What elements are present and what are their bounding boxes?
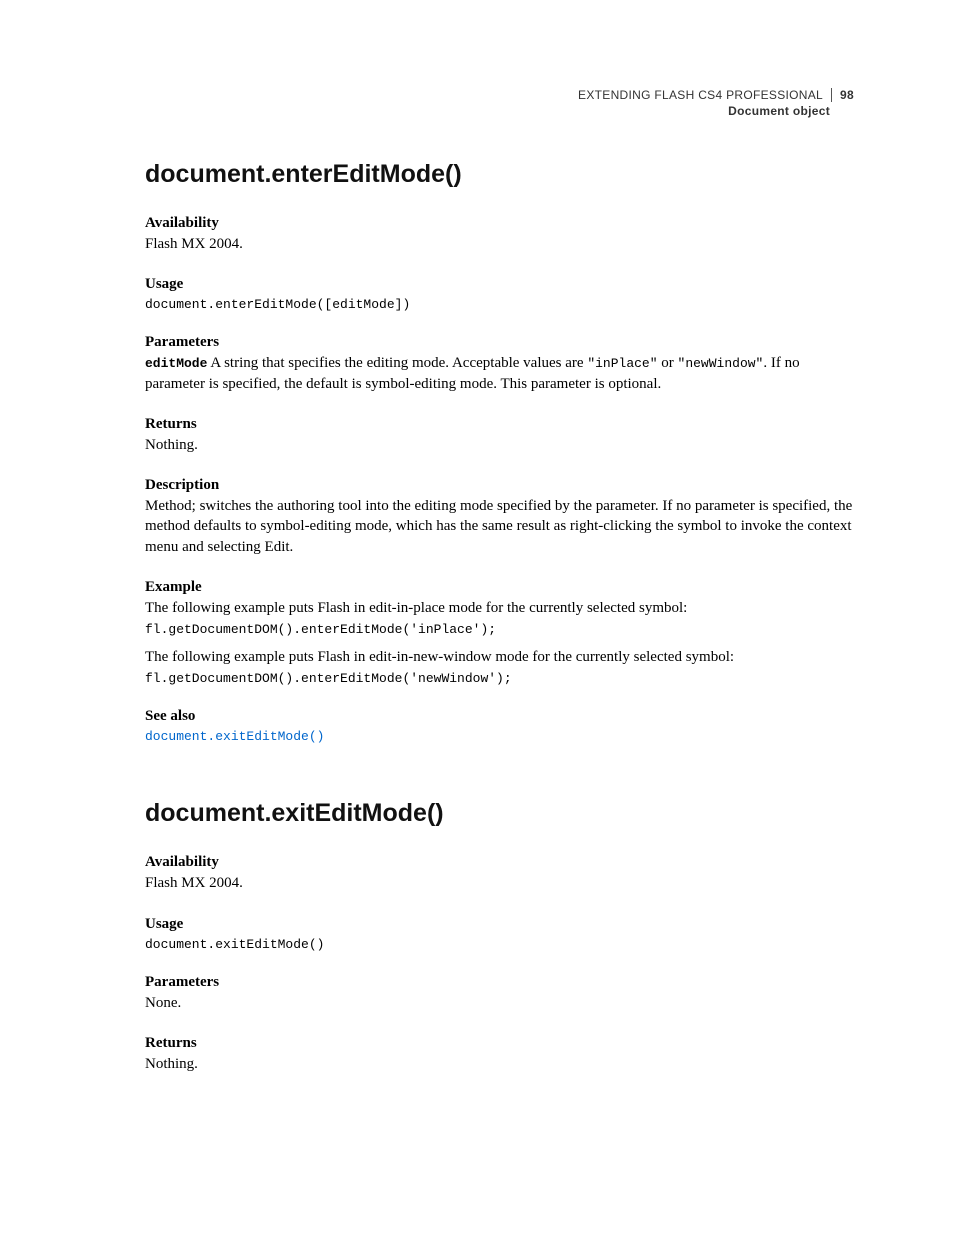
parameters-heading: Parameters bbox=[145, 334, 854, 351]
usage-code: document.exitEditMode() bbox=[145, 937, 854, 952]
section-title: Document object bbox=[578, 104, 854, 118]
page-number: 98 bbox=[831, 88, 854, 102]
example-intro-1: The following example puts Flash in edit… bbox=[145, 598, 854, 618]
usage-code: document.enterEditMode([editMode]) bbox=[145, 297, 854, 312]
literal-inplace: "inPlace" bbox=[587, 356, 657, 371]
availability-heading: Availability bbox=[145, 854, 854, 871]
example-heading: Example bbox=[145, 579, 854, 596]
parameters-text: None. bbox=[145, 993, 854, 1013]
see-also-link-exit-edit-mode[interactable]: document.exitEditMode() bbox=[145, 729, 324, 744]
see-also-heading: See also bbox=[145, 708, 854, 725]
returns-text: Nothing. bbox=[145, 435, 854, 455]
example-code-2: fl.getDocumentDOM().enterEditMode('newWi… bbox=[145, 671, 854, 686]
param-name-editmode: editMode bbox=[145, 356, 207, 371]
usage-heading: Usage bbox=[145, 916, 854, 933]
method-heading-exit-edit-mode: document.exitEditMode() bbox=[145, 799, 854, 828]
method-heading-enter-edit-mode: document.enterEditMode() bbox=[145, 160, 854, 189]
usage-heading: Usage bbox=[145, 276, 854, 293]
parameters-heading: Parameters bbox=[145, 974, 854, 991]
returns-heading: Returns bbox=[145, 416, 854, 433]
returns-heading: Returns bbox=[145, 1035, 854, 1052]
description-heading: Description bbox=[145, 477, 854, 494]
book-title: EXTENDING FLASH CS4 PROFESSIONAL bbox=[578, 88, 831, 102]
parameter-description: editMode A string that specifies the edi… bbox=[145, 353, 854, 394]
literal-newwindow: "newWindow" bbox=[678, 356, 764, 371]
availability-text: Flash MX 2004. bbox=[145, 234, 854, 254]
description-text: Method; switches the authoring tool into… bbox=[145, 496, 854, 557]
availability-text: Flash MX 2004. bbox=[145, 873, 854, 893]
example-intro-2: The following example puts Flash in edit… bbox=[145, 647, 854, 667]
availability-heading: Availability bbox=[145, 215, 854, 232]
example-code-1: fl.getDocumentDOM().enterEditMode('inPla… bbox=[145, 622, 854, 637]
running-header: EXTENDING FLASH CS4 PROFESSIONAL 98 Docu… bbox=[578, 88, 854, 118]
returns-text: Nothing. bbox=[145, 1054, 854, 1074]
